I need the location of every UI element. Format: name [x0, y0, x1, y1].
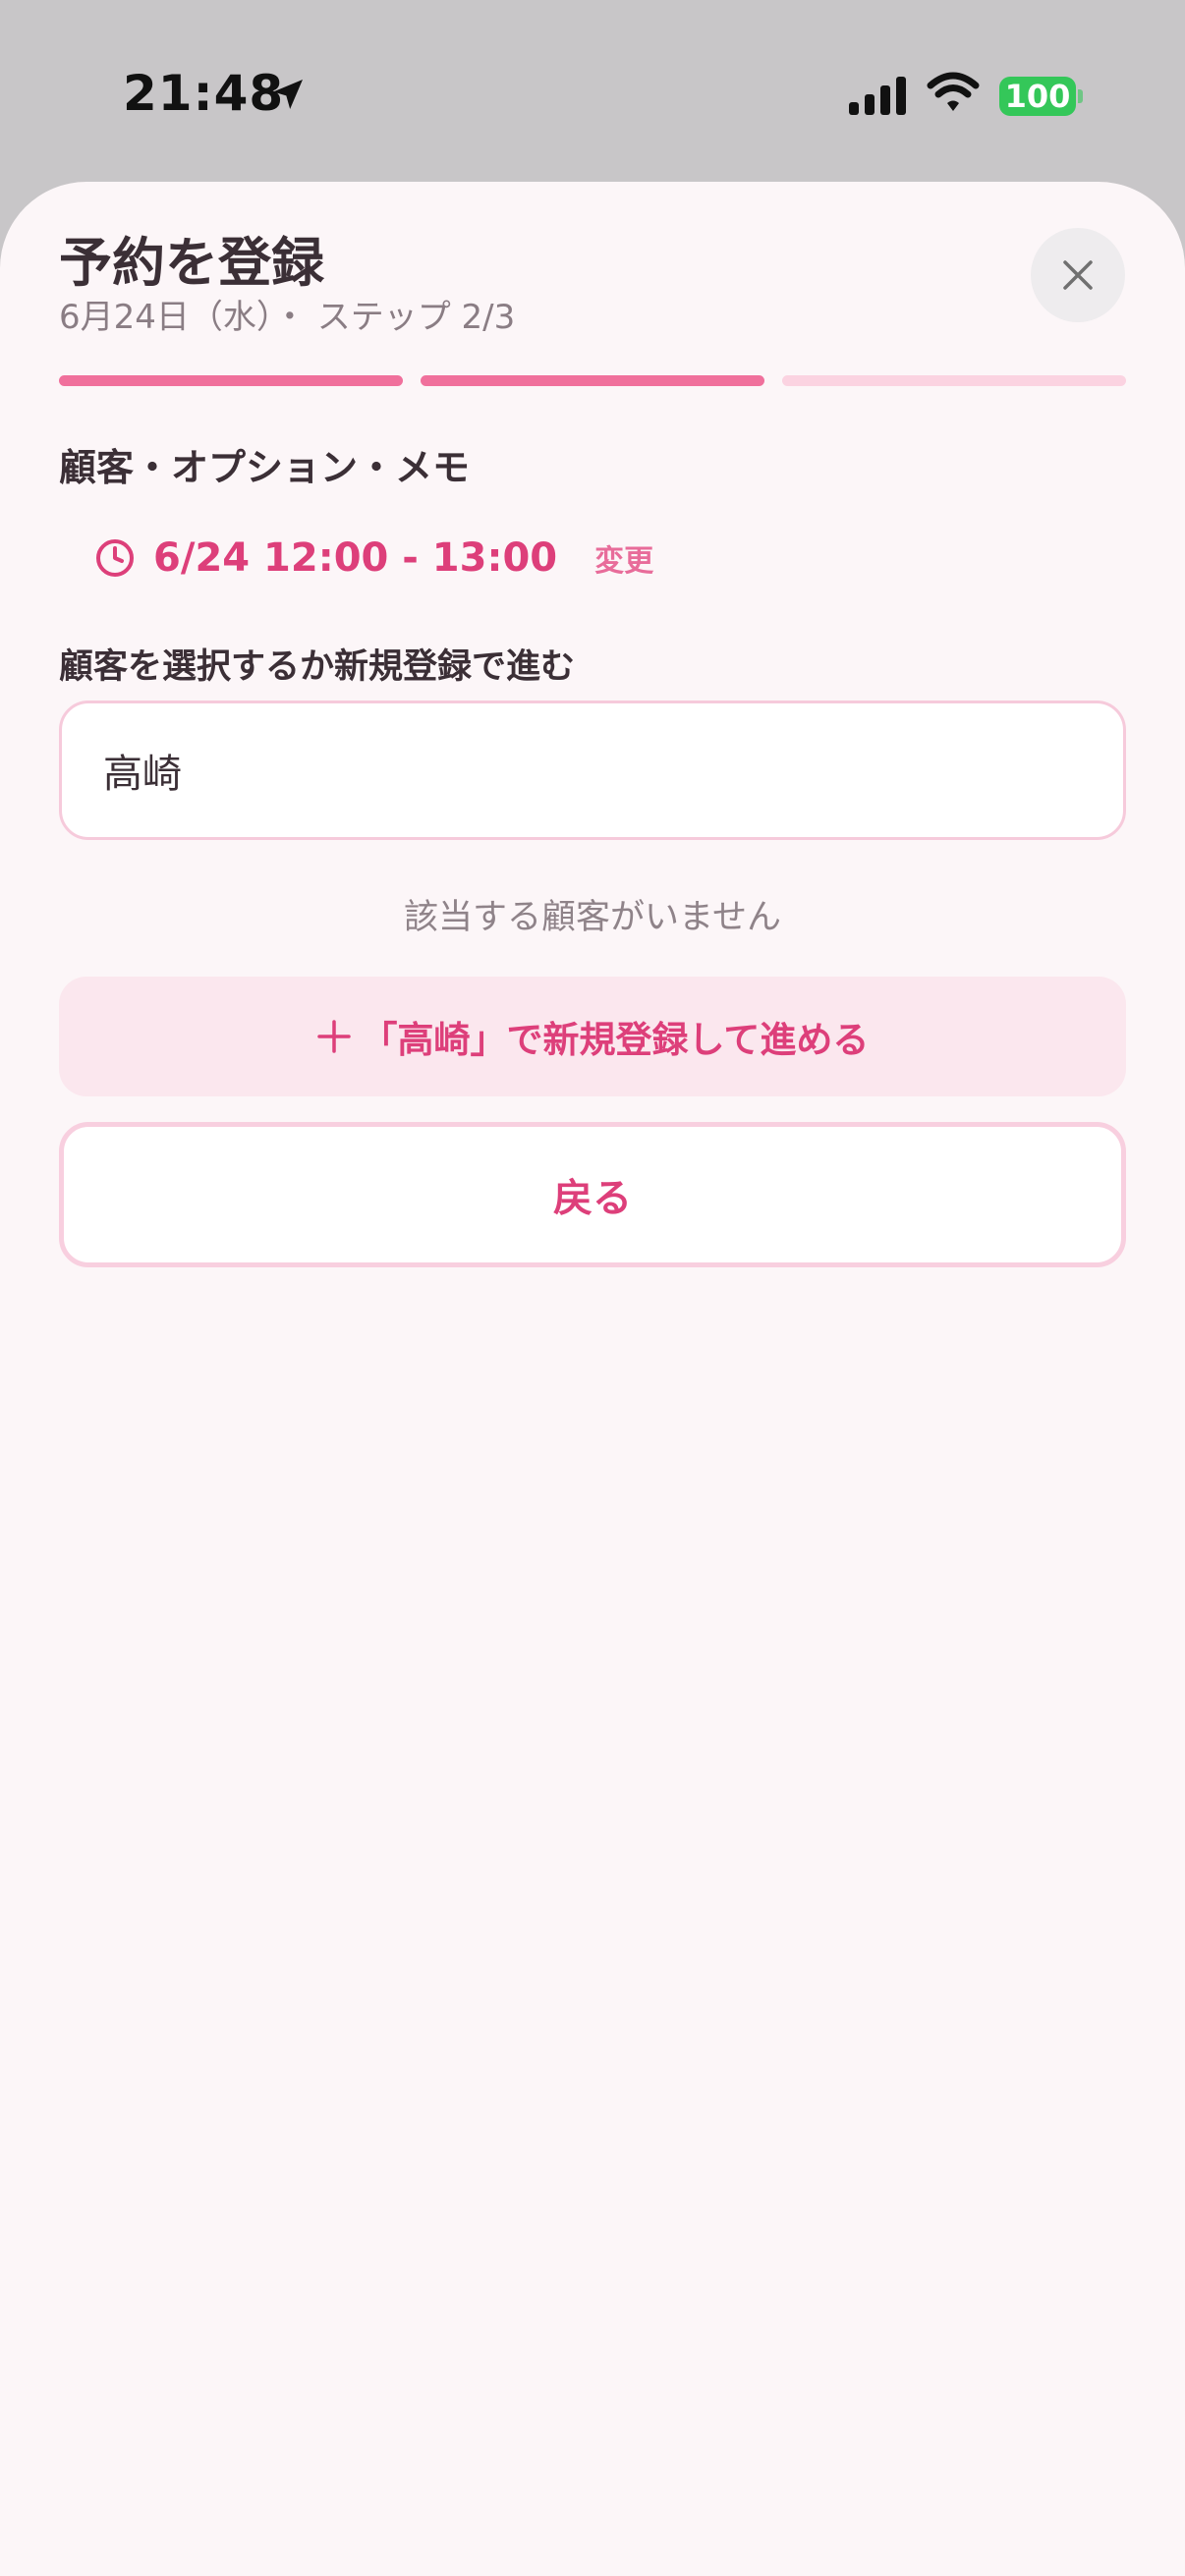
no-results-message: 該当する顧客がいません: [404, 898, 781, 937]
progress-step-1: [59, 375, 403, 386]
page-title: 予約を登録: [59, 232, 324, 294]
customer-search-input[interactable]: [59, 700, 1126, 840]
page-subtitle: 6月24日（水）・ ステップ 2/3: [59, 298, 516, 337]
booking-sheet: 予約を登録 6月24日（水）・ ステップ 2/3 顧客・オプション・メモ 6/2…: [0, 182, 1185, 2576]
battery-cap: [1078, 89, 1083, 103]
section-title: 顧客・オプション・メモ: [59, 446, 471, 489]
register-new-customer-button[interactable]: 「高崎」で新規登録して進める: [59, 977, 1126, 1096]
register-new-customer-label: 「高崎」で新規登録して進める: [361, 1019, 870, 1061]
status-bar: 21:48 100: [0, 0, 1185, 182]
clock-icon: [96, 539, 134, 577]
change-schedule-link[interactable]: 変更: [594, 536, 653, 580]
close-icon: [1063, 260, 1093, 290]
close-button[interactable]: [1031, 228, 1125, 322]
progress-step-2: [421, 375, 764, 386]
status-time: 21:48: [123, 65, 285, 122]
schedule-time: 6/24 12:00 - 13:00: [153, 535, 558, 581]
plus-icon: [316, 1020, 351, 1053]
location-arrow-icon: [273, 80, 303, 109]
progress-step-3: [782, 375, 1126, 386]
wifi-icon: [927, 72, 980, 111]
step-progress: [59, 375, 1126, 387]
schedule-row: 6/24 12:00 - 13:00 変更: [94, 526, 653, 590]
customer-field-label: 顧客を選択するか新規登録で進む: [59, 647, 576, 687]
back-button-label: 戻る: [553, 1176, 632, 1221]
battery-indicator: 100: [999, 77, 1076, 116]
back-button[interactable]: 戻る: [59, 1122, 1126, 1267]
cellular-signal-icon: [849, 77, 906, 115]
